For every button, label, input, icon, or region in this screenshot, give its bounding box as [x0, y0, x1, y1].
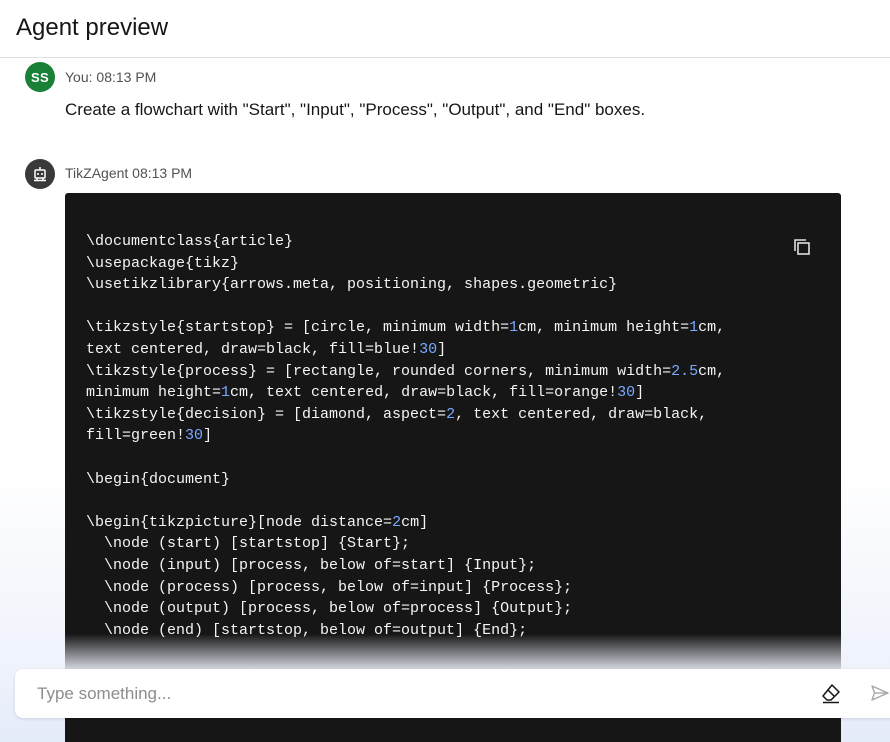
- user-avatar: SS: [25, 62, 55, 92]
- user-message-meta: You: 08:13 PM: [65, 69, 157, 85]
- code-line: \begin{document}: [86, 470, 231, 488]
- eraser-icon: [822, 684, 840, 704]
- code-line: \tikzstyle{decision} = [diamond, aspect=…: [86, 405, 708, 423]
- clear-button[interactable]: [820, 682, 842, 704]
- code-line: \usetikzlibrary{arrows.meta, positioning…: [86, 276, 618, 294]
- copy-icon: [794, 239, 810, 255]
- page-title: Agent preview: [16, 14, 169, 41]
- code-line: \node (process) [process, below of=input…: [86, 578, 573, 596]
- chat-area[interactable]: SS You: 08:13 PM Create a flowchart with…: [0, 59, 890, 742]
- code-line: fill=green!30]: [86, 427, 213, 445]
- composer: [15, 669, 890, 718]
- user-message-text: Create a flowchart with "Start", "Input"…: [65, 100, 646, 119]
- message-input[interactable]: [35, 681, 799, 707]
- code-line: \begin{tikzpicture}[node distance=2cm]: [86, 513, 429, 531]
- bot-avatar: [25, 159, 55, 189]
- code-line: \tikzstyle{process} = [rectangle, rounde…: [86, 362, 726, 380]
- code-line: \node (end) [startstop, below of=output]…: [86, 621, 528, 639]
- code-line: \usepackage{tikz}: [86, 254, 240, 272]
- code-line: \node (output) [process, below of=proces…: [86, 600, 573, 618]
- bot-message-meta: TikZAgent 08:13 PM: [65, 165, 193, 181]
- code-line: text centered, draw=black, fill=blue!30]: [86, 340, 447, 358]
- code-line: \node (input) [process, below of=start] …: [86, 556, 537, 574]
- code-line: minimum height=1cm, text centered, draw=…: [86, 384, 645, 402]
- code-line: \documentclass{article}: [86, 233, 294, 250]
- app-header: Agent preview: [0, 0, 890, 58]
- robot-icon: [34, 167, 46, 182]
- code-line: \node (start) [startstop] {Start};: [86, 535, 411, 553]
- copy-button[interactable]: [791, 236, 813, 258]
- send-icon: [871, 685, 889, 701]
- code-line: \tikzstyle{startstop} = [circle, minimum…: [86, 319, 726, 337]
- code-content[interactable]: \documentclass{article} \usepackage{tikz…: [86, 231, 725, 641]
- code-block[interactable]: \documentclass{article} \usepackage{tikz…: [65, 193, 841, 742]
- send-button[interactable]: [870, 683, 890, 703]
